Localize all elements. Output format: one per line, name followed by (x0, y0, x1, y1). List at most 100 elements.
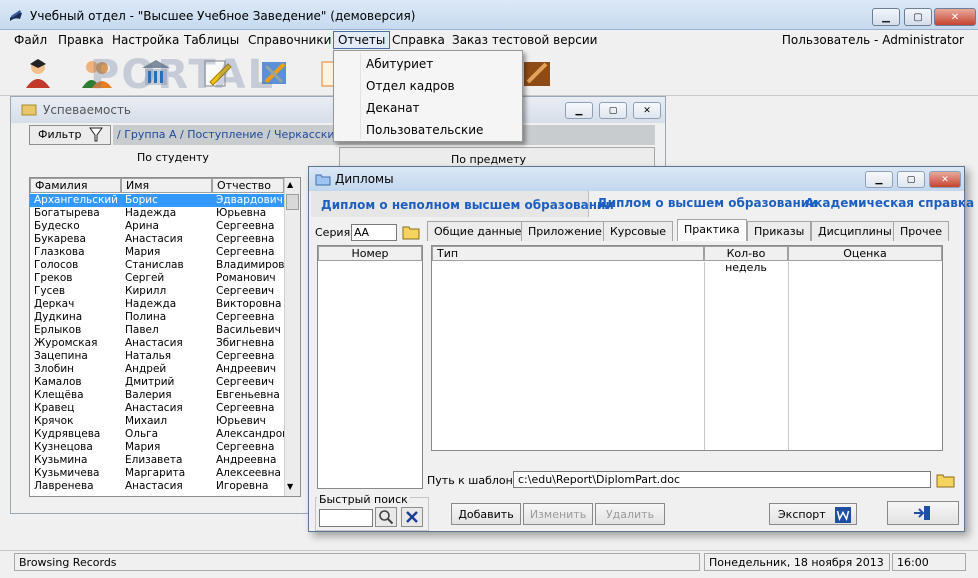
tab-academic-certificate[interactable]: Академическая справка (805, 196, 974, 210)
menu-settings[interactable]: Настройка (112, 33, 179, 47)
table-row[interactable]: Архангельский Борис Эдвардович (30, 194, 284, 207)
subtab-appendix[interactable]: Приложение (521, 221, 609, 241)
close-button[interactable]: ✕ (934, 8, 976, 26)
table-row[interactable]: Деркач Надежда Викторовна (30, 298, 284, 311)
cell-lastname: Лавренева (34, 480, 94, 492)
table-row[interactable]: Крячок Михаил Юрьевич (30, 415, 284, 428)
reports-item-hr[interactable]: Отдел кадров (366, 79, 455, 93)
table-row[interactable]: Кравец Анастасия Сергеевна (30, 402, 284, 415)
tab-incomplete-higher[interactable]: Диплом о неполном высшем образовании (321, 198, 614, 212)
cell-firstname: Анастасия (125, 337, 183, 349)
table-row[interactable]: Будеско Арина Сергеевна (30, 220, 284, 233)
column-patronymic[interactable]: Отчество (212, 178, 284, 193)
reports-item-custom[interactable]: Пользовательские (366, 123, 483, 137)
table-row[interactable]: Журомская Анастасия Збигневна (30, 337, 284, 350)
series-input[interactable]: АА (351, 224, 397, 241)
menu-reports[interactable]: Отчеты (333, 31, 391, 49)
diplomas-close-button[interactable]: ✕ (929, 171, 961, 188)
progress-minimize-button[interactable]: ▁ (565, 102, 593, 119)
clear-search-button[interactable] (401, 507, 423, 527)
table-row[interactable]: Злобин Андрей Андреевич (30, 363, 284, 376)
reports-item-dean[interactable]: Деканат (366, 101, 420, 115)
applicants-icon[interactable] (20, 56, 56, 90)
table-row[interactable]: Кузьмина Елизавета Андреевна (30, 454, 284, 467)
table-row[interactable]: Гусев Кирилл Сергеевич (30, 285, 284, 298)
exit-icon (914, 506, 930, 520)
subtab-general[interactable]: Общие данные (427, 221, 529, 241)
search-button[interactable] (375, 507, 397, 527)
cell-firstname: Елизавета (125, 454, 183, 466)
scroll-up-icon[interactable]: ▲ (287, 180, 293, 189)
quick-search-input[interactable] (319, 509, 373, 527)
menu-help[interactable]: Справка (392, 33, 445, 47)
table-row[interactable]: Глазкова Мария Сергеевна (30, 246, 284, 259)
menu-references[interactable]: Справочники (248, 33, 331, 47)
clear-icon (406, 511, 418, 523)
table-row[interactable]: Кудрявцева Ольга Александров (30, 428, 284, 441)
column-weeks[interactable]: Кол-во недель (704, 246, 788, 274)
subtab-coursework[interactable]: Курсовые (603, 221, 674, 241)
cell-firstname: Мария (125, 246, 161, 258)
column-type[interactable]: Тип (432, 246, 704, 261)
cell-lastname: Глазкова (34, 246, 85, 258)
table-row[interactable]: Камалов Дмитрий Сергеевич (30, 376, 284, 389)
cell-patronymic: Сергеевич (216, 376, 275, 388)
diplomas-minimize-button[interactable]: ▁ (865, 171, 893, 188)
progress-close-button[interactable]: ✕ (633, 102, 661, 119)
cell-lastname: Журомская (34, 337, 98, 349)
maximize-button[interactable]: ▢ (904, 8, 932, 26)
table-row[interactable]: Греков Сергей Романович (30, 272, 284, 285)
table-row[interactable]: Богатырева Надежда Юрьевна (30, 207, 284, 220)
table-row[interactable]: Лавренева Анастасия Игоревна (30, 480, 284, 493)
exit-button[interactable] (887, 501, 959, 525)
scroll-thumb[interactable] (286, 194, 299, 210)
add-button[interactable]: Добавить (451, 503, 521, 525)
series-folder-button[interactable] (401, 223, 421, 241)
table-row[interactable]: Ерлыков Павел Васильевич (30, 324, 284, 337)
export-button[interactable]: Экспорт (769, 503, 857, 525)
word-icon (835, 507, 851, 523)
subtab-other[interactable]: Прочее (893, 221, 950, 241)
tab-higher-diploma[interactable]: Диплом о высшем образовании (597, 196, 818, 210)
cell-firstname: Мария (125, 441, 161, 453)
table-row[interactable]: Дудкина Полина Сергеевна (30, 311, 284, 324)
menu-tables[interactable]: Таблицы (184, 33, 239, 47)
cell-lastname: Голосов (34, 259, 79, 271)
archive-icon[interactable] (520, 56, 556, 90)
tab-by-subject[interactable]: По предмету (451, 153, 526, 166)
table-row[interactable]: Клещёва Валерия Евгеньевна (30, 389, 284, 402)
minimize-button[interactable]: ▁ (872, 8, 900, 26)
subtab-practice[interactable]: Практика (677, 219, 747, 241)
status-text: Browsing Records (14, 553, 700, 571)
table-row[interactable]: Зацепина Наталья Сергеевна (30, 350, 284, 363)
column-firstname[interactable]: Имя (121, 178, 212, 193)
progress-maximize-button[interactable]: ▢ (599, 102, 627, 119)
table-row[interactable]: Голосов Станислав Владимирови (30, 259, 284, 272)
menu-file[interactable]: Файл (14, 33, 47, 47)
template-path-input[interactable]: c:\edu\Report\DiplomPart.doc (513, 471, 931, 488)
table-row[interactable]: Букарева Анастасия Сергеевна (30, 233, 284, 246)
dropdown-gutter (360, 53, 361, 139)
students-table: Фамилия Имя Отчество Архангельский Борис Э… (29, 177, 301, 497)
column-lastname[interactable]: Фамилия (30, 178, 121, 193)
subtab-disciplines[interactable]: Дисциплины (811, 221, 899, 241)
menu-order-trial[interactable]: Заказ тестовой версии (452, 33, 597, 47)
table-row[interactable]: Кузнецова Мария Сергеевна (30, 441, 284, 454)
status-bar: Browsing Records Понедельник, 18 ноября … (0, 550, 978, 578)
browse-template-button[interactable] (935, 471, 957, 489)
reports-item-applicants[interactable]: Абитуриет (366, 57, 433, 71)
menu-edit[interactable]: Правка (58, 33, 104, 47)
cell-firstname: Борис (125, 194, 158, 206)
edit-button[interactable]: Изменить (523, 503, 593, 525)
scroll-down-icon[interactable]: ▼ (287, 482, 293, 491)
tab-by-student[interactable]: По студенту (137, 151, 209, 164)
column-grade[interactable]: Оценка (788, 246, 942, 261)
table-row[interactable]: Кузьмичева Маргарита Алексеевна (30, 467, 284, 480)
diplomas-maximize-button[interactable]: ▢ (897, 171, 925, 188)
cell-lastname: Кузьмина (34, 454, 88, 466)
cell-patronymic: Юрьевна (216, 207, 267, 219)
delete-button[interactable]: Удалить (595, 503, 665, 525)
column-number[interactable]: Номер (318, 246, 422, 261)
subtab-orders[interactable]: Приказы (747, 221, 812, 241)
students-scrollbar[interactable]: ▲ ▼ (284, 178, 300, 496)
